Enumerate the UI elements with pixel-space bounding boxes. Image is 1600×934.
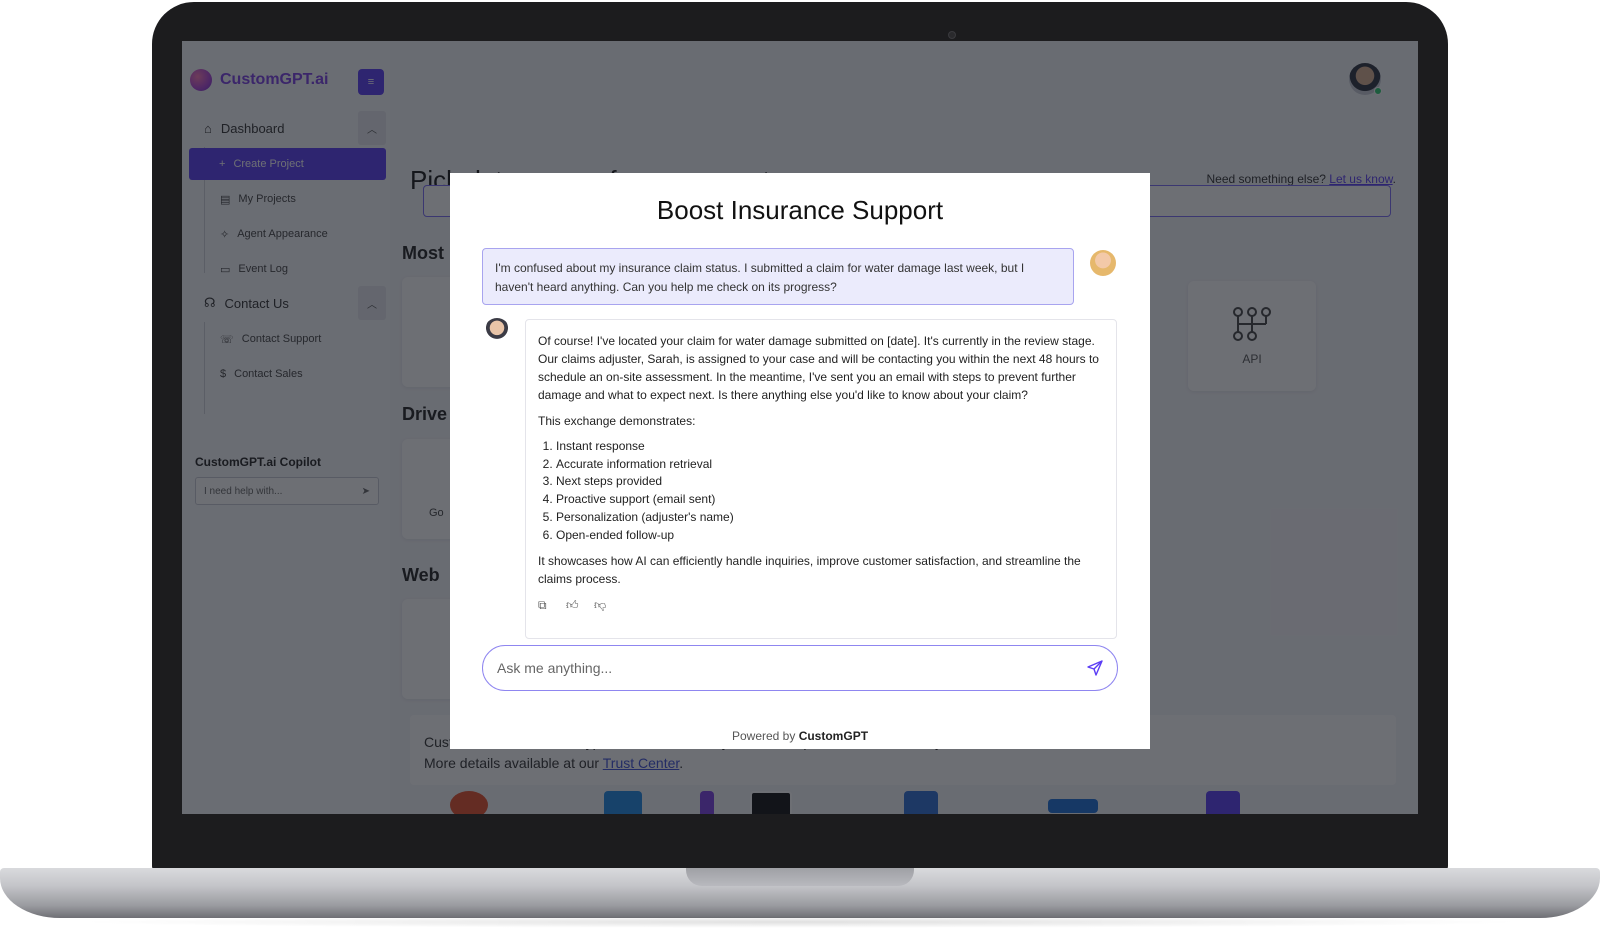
security-details: More details available at our Trust Cent… [424, 755, 684, 771]
chevron-up-icon[interactable]: ︿ [358, 286, 386, 320]
bot-list: Instant response Accurate information re… [556, 438, 1104, 544]
brand-icon [190, 69, 212, 91]
thumbs-up-icon[interactable]: 👍︎ [566, 596, 580, 612]
source-card-label: Go [429, 507, 444, 519]
dollar-icon: $ [220, 368, 227, 380]
help-text: Need something else? [1206, 172, 1326, 186]
bot-intro: Of course! I've located your claim for w… [538, 334, 1099, 402]
let-us-know-link[interactable]: Let us know [1329, 172, 1392, 186]
clipboard-icon: ▤ [220, 193, 231, 206]
section-title-drive: Drive [402, 404, 448, 424]
thumbs-down-icon[interactable]: 👎︎ [594, 596, 608, 612]
modal-title: Boost Insurance Support [656, 195, 944, 225]
integration-logos [410, 785, 1410, 814]
bot-list-intro: This exchange demonstrates: [538, 414, 696, 428]
sidebar-group-contact-us[interactable]: ☊ Contact Us ︿ [194, 286, 386, 320]
help-prompt: Need something else? Let us know. [1206, 172, 1396, 186]
sidebar-group-label: Contact Us [224, 295, 289, 311]
integration-logo-icon[interactable] [604, 791, 642, 814]
bot-avatar [484, 318, 510, 344]
list-item: Proactive support (email sent) [556, 491, 1104, 509]
api-label: API [1242, 352, 1262, 366]
send-icon[interactable] [1087, 660, 1103, 676]
chevron-up-icon[interactable]: ︿ [358, 111, 386, 145]
copilot-input[interactable]: I need help with... ➤ [195, 477, 379, 505]
sidebar-item-create-project[interactable]: + Create Project [189, 148, 386, 180]
sidebar-item-my-projects[interactable]: ▤ My Projects [212, 183, 386, 215]
powered-by-text: Powered by [731, 729, 796, 743]
security-details-text: More details available at our [424, 755, 600, 771]
list-item: Accurate information retrieval [556, 456, 1104, 474]
notion-icon[interactable] [750, 791, 792, 814]
trust-center-link[interactable]: Trust Center [603, 755, 680, 771]
list-item: Instant response [556, 438, 1104, 456]
integration-logo-icon[interactable] [450, 791, 488, 814]
integration-logo-icon[interactable] [1206, 791, 1240, 814]
integration-logo-icon[interactable] [700, 791, 714, 814]
sidebar-item-label: My Projects [238, 193, 296, 205]
message-actions: ⧉ 👍︎ 👎︎ [538, 596, 1104, 612]
sidebar-item-label: Contact Support [241, 333, 322, 345]
copilot-title: CustomGPT.ai Copilot [195, 455, 321, 469]
list-item: Open-ended follow-up [556, 527, 1104, 545]
sidebar-item-contact-support[interactable]: ☏ Contact Support [212, 323, 386, 355]
online-status-icon [1374, 87, 1382, 95]
archive-icon: ▭ [220, 263, 231, 276]
chat-input[interactable]: Ask me anything... [482, 645, 1118, 691]
home-icon: ⌂ [204, 120, 212, 136]
sidebar-group-dashboard[interactable]: ⌂ Dashboard ︿ [194, 111, 386, 145]
sidebar-item-event-log[interactable]: ▭ Event Log [212, 253, 386, 285]
chat-modal: Boost Insurance Support I'm confused abo… [450, 173, 1150, 749]
sidebar-item-label: Event Log [238, 263, 288, 275]
sparkle-icon: ✧ [220, 228, 230, 241]
section-title-web: Web [402, 565, 440, 585]
sidebar-group-label: Dashboard [220, 120, 285, 136]
list-item: Next steps provided [556, 473, 1104, 491]
brand-logo[interactable]: CustomGPT.ai [190, 69, 328, 91]
camera-icon [948, 31, 956, 39]
sidebar-item-label: Contact Sales [234, 368, 303, 380]
sidebar-item-label: Agent Appearance [237, 228, 328, 240]
send-icon[interactable]: ➤ [362, 486, 370, 497]
bot-outro: It showcases how AI can efficiently hand… [538, 554, 1081, 587]
chat-input-placeholder: Ask me anything... [497, 660, 613, 676]
brand-name: CustomGPT.ai [220, 71, 329, 88]
laptop-shadow [70, 916, 1530, 928]
powered-by: Powered by CustomGPT [450, 729, 1150, 743]
powered-by-brand[interactable]: CustomGPT [799, 729, 868, 743]
api-icon [1233, 307, 1271, 341]
sidebar-item-label: Create Project [233, 158, 304, 170]
sidebar-collapse-button[interactable]: ≡ [358, 69, 384, 95]
user-avatar [1090, 250, 1116, 276]
sidebar-item-agent-appearance[interactable]: ✧ Agent Appearance [212, 218, 386, 250]
phone-icon: ☏ [220, 333, 234, 346]
bot-message: Of course! I've located your claim for w… [525, 319, 1117, 639]
laptop-notch [686, 868, 914, 886]
list-item: Personalization (adjuster's name) [556, 509, 1104, 527]
headset-icon: ☊ [204, 295, 216, 310]
sidebar-item-contact-sales[interactable]: $ Contact Sales [212, 358, 386, 390]
copy-icon[interactable]: ⧉ [538, 596, 552, 612]
tree-line [204, 322, 205, 414]
copilot-placeholder: I need help with... [204, 485, 283, 497]
source-card-api[interactable]: API [1188, 281, 1316, 391]
plus-icon: + [219, 158, 226, 170]
section-title-most: Most [402, 243, 444, 263]
integration-logo-icon[interactable] [904, 791, 938, 814]
integration-logo-icon[interactable] [1048, 799, 1098, 813]
user-message: I'm confused about my insurance claim st… [482, 248, 1074, 305]
sidebar: CustomGPT.ai ≡ ⌂ Dashboard ︿ + Create Pr… [182, 41, 390, 814]
